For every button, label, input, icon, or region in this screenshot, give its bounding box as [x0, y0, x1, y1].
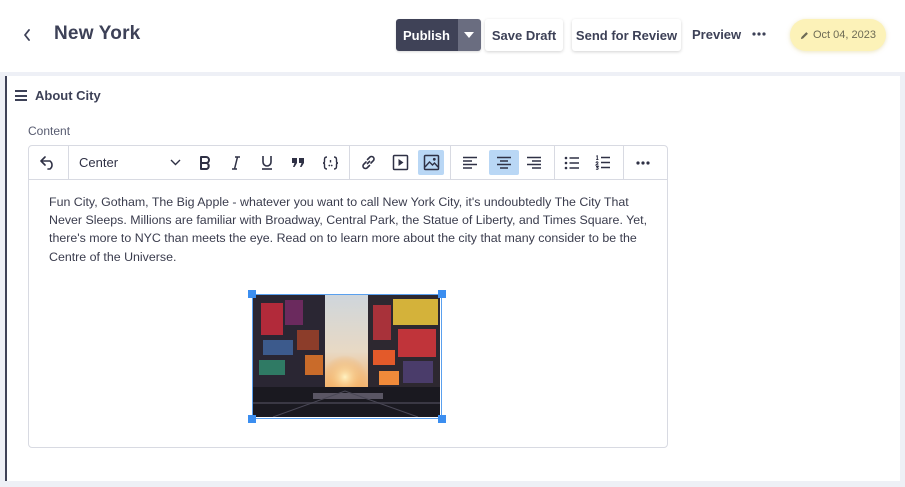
- resize-handle-top-right[interactable]: [438, 290, 446, 298]
- quote-icon: [292, 158, 304, 167]
- send-for-review-button[interactable]: Send for Review: [572, 19, 681, 51]
- chevron-left-icon: [24, 29, 30, 41]
- blockquote-button[interactable]: [285, 150, 311, 175]
- editor-toolbar: Center: [29, 146, 667, 180]
- date-badge[interactable]: Oct 04, 2023: [790, 19, 886, 51]
- italic-button[interactable]: [223, 150, 249, 175]
- align-right-button[interactable]: [521, 150, 547, 175]
- video-play-icon: [392, 154, 408, 171]
- publish-button[interactable]: Publish: [396, 19, 458, 51]
- caret-down-icon: [464, 32, 475, 38]
- publish-button-group: Publish: [396, 19, 481, 51]
- rich-text-editor: Center Fun City, Gotham, The Big Apple -…: [28, 145, 668, 448]
- align-center-button[interactable]: [489, 150, 519, 175]
- more-horizontal-icon: [752, 32, 766, 36]
- italic-icon: [232, 155, 240, 170]
- page-title: New York: [54, 23, 141, 44]
- top-bar: New York Publish Save Draft Send for Rev…: [0, 0, 905, 72]
- date-text: Oct 04, 2023: [813, 29, 876, 41]
- underline-button[interactable]: [254, 150, 280, 175]
- image-icon: [423, 154, 439, 171]
- back-button[interactable]: [18, 24, 36, 46]
- resize-handle-top-left[interactable]: [248, 290, 256, 298]
- pencil-icon: [800, 31, 809, 40]
- city-street-image: [253, 295, 440, 417]
- drag-handle-icon[interactable]: [15, 90, 27, 101]
- bold-button[interactable]: [192, 150, 218, 175]
- bold-icon: [200, 155, 210, 170]
- save-draft-button[interactable]: Save Draft: [485, 19, 563, 51]
- editor-body-text[interactable]: Fun City, Gotham, The Big Apple - whatev…: [49, 193, 647, 266]
- preview-button[interactable]: Preview: [692, 27, 741, 42]
- undo-button[interactable]: [35, 150, 61, 175]
- bullet-list-button[interactable]: [559, 150, 585, 175]
- insert-link-button[interactable]: [355, 150, 381, 175]
- bullet-list-icon: [564, 156, 579, 169]
- underline-icon: [262, 156, 272, 170]
- code-block-button[interactable]: [317, 150, 343, 175]
- align-center-icon: [497, 156, 511, 169]
- align-right-icon: [527, 156, 541, 169]
- align-left-icon: [463, 156, 477, 169]
- link-icon: [361, 155, 375, 170]
- chevron-down-icon: [170, 159, 181, 166]
- more-options-button[interactable]: [750, 25, 768, 43]
- section-header[interactable]: About City: [15, 88, 101, 103]
- inline-image-times-square[interactable]: [248, 290, 446, 423]
- alignment-value: Center: [79, 155, 119, 170]
- align-left-button[interactable]: [457, 150, 483, 175]
- numbered-list-button[interactable]: [590, 150, 616, 175]
- resize-handle-bottom-left[interactable]: [248, 415, 256, 423]
- numbered-list-icon: [595, 155, 610, 170]
- section-title: About City: [35, 88, 101, 103]
- code-braces-icon: [322, 155, 338, 170]
- insert-video-button[interactable]: [387, 150, 413, 175]
- resize-handle-bottom-right[interactable]: [438, 415, 446, 423]
- about-city-panel: About City Content Center Fun City, Goth…: [5, 76, 900, 481]
- undo-icon: [39, 155, 53, 170]
- more-tools-button[interactable]: [630, 150, 656, 175]
- insert-image-button[interactable]: [418, 150, 444, 175]
- content-field-label: Content: [28, 124, 71, 138]
- alignment-dropdown[interactable]: Center: [73, 150, 185, 175]
- more-horizontal-icon: [636, 160, 650, 165]
- publish-options-button[interactable]: [457, 19, 481, 51]
